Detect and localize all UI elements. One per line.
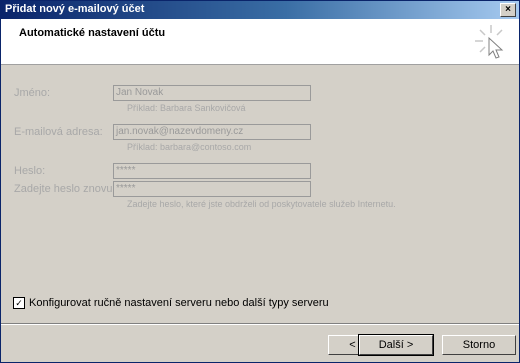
- title-bar[interactable]: Přidat nový e-mailový účet ×: [1, 1, 519, 19]
- password-field[interactable]: *****: [113, 163, 311, 179]
- password-hint: Zadejte heslo, které jste obdrželi od po…: [127, 199, 396, 209]
- manual-config-option[interactable]: ✓ Konfigurovat ručně nastavení serveru ne…: [13, 297, 329, 310]
- name-label: Jméno:: [14, 87, 51, 99]
- dialog-window: Přidat nový e-mailový účet × Automatické…: [0, 0, 520, 363]
- email-label: E-mailová adresa:: [14, 126, 103, 138]
- email-hint: Příklad: barbara@contoso.com: [127, 142, 252, 152]
- email-field[interactable]: jan.novak@nazevdomeny.cz: [113, 124, 311, 140]
- manual-config-checkbox[interactable]: ✓: [13, 297, 25, 310]
- name-field[interactable]: Jan Novak: [113, 85, 311, 101]
- name-hint: Příklad: Barbara Sankovičová: [127, 103, 246, 113]
- manual-config-label: Konfigurovat ručně nastavení serveru neb…: [29, 297, 329, 309]
- cancel-button[interactable]: Storno: [442, 335, 516, 355]
- cursor-click-icon: [475, 25, 504, 59]
- button-divider: [1, 323, 519, 325]
- window-title: Přidat nový e-mailový účet: [5, 3, 145, 15]
- wizard-header: Automatické nastavení účtu: [1, 19, 519, 65]
- password-confirm-label: Zadejte heslo znovu:: [14, 183, 116, 195]
- page-title: Automatické nastavení účtu: [19, 27, 166, 39]
- next-button[interactable]: Další >: [358, 334, 434, 356]
- password-label: Heslo:: [14, 165, 46, 177]
- close-button[interactable]: ×: [500, 3, 516, 17]
- password-confirm-field[interactable]: *****: [113, 181, 311, 197]
